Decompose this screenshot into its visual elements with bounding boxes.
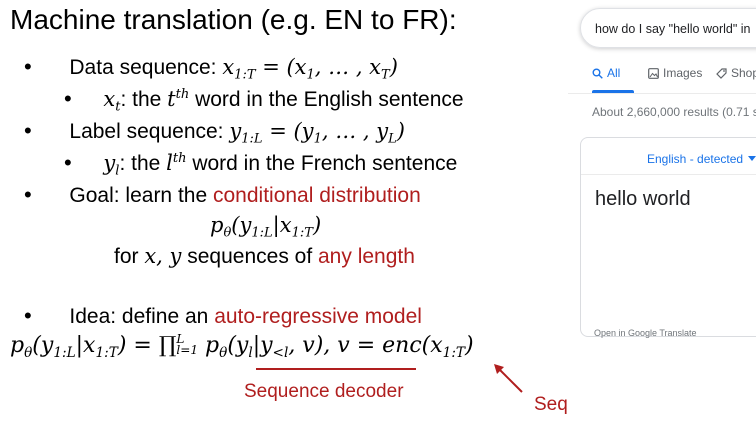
data-ordinal: tth: [167, 87, 190, 111]
autoregressive-formula: pθ(y1:L|x1:T) = ∏ Ll=1 pθ(yl|y<l, v), v =…: [10, 332, 474, 361]
slide-title: Machine translation (e.g. EN to FR):: [10, 4, 457, 35]
image-icon: [648, 67, 659, 79]
translate-card: English - detected hello world: [580, 137, 756, 337]
data-sub-text1: : the: [120, 88, 168, 111]
bullet-idea: • Idea: define an auto-regressive model: [24, 303, 422, 329]
idea-highlight: auto-regressive model: [214, 305, 422, 328]
goal-highlight: conditional distribution: [212, 184, 421, 207]
bullet-marker: •: [24, 182, 32, 207]
bullet-marker: •: [64, 150, 72, 175]
tag-icon: [716, 67, 727, 79]
bullet-data-sequence: • Data sequence: x1:T = (x1, … , xT): [24, 54, 398, 83]
data-sequence-label: Data sequence:: [69, 56, 223, 79]
bullet-label-sequence: • Label sequence: y1:L = (y1, … , yL): [24, 118, 405, 147]
browser-panel: how do I say "hello world" in All Images…: [568, 0, 756, 430]
translate-divider: [581, 174, 756, 175]
bullet-marker: •: [64, 86, 72, 111]
data-var: xt: [103, 87, 121, 115]
sub-bullet-label: • yl: the lth word in the French sentenc…: [64, 150, 457, 179]
data-sub-text2: word in the English sentence: [189, 88, 464, 111]
tab-images[interactable]: Images: [648, 66, 702, 80]
tabs-divider: [568, 93, 756, 94]
bullet-marker: •: [24, 54, 32, 79]
tab-shopping[interactable]: Shop: [716, 66, 756, 80]
open-in-translate-link[interactable]: Open in Google Translate: [594, 328, 697, 338]
search-icon: [592, 68, 603, 79]
chevron-down-icon: [748, 156, 756, 161]
goal-vars: x, y: [144, 244, 182, 268]
label-sub-text1: : the: [119, 152, 167, 175]
bullet-marker: •: [24, 118, 32, 143]
label-sub-text2: word in the French sentence: [186, 152, 458, 175]
tab-all[interactable]: All: [592, 66, 620, 80]
label-sequence-formula: y1:L = (y1, … , yL): [229, 119, 405, 147]
bullet-goal: • Goal: learn the conditional distributi…: [24, 182, 421, 208]
sub-bullet-data: • xt: the tth word in the English senten…: [64, 86, 464, 115]
decoder-underline: [256, 368, 416, 370]
results-count: About 2,660,000 results (0.71 s: [592, 105, 756, 119]
label-var: yl: [103, 151, 120, 179]
goal-for-line: for x, y sequences of any length: [114, 244, 415, 268]
encoder-arrow-icon: [494, 364, 523, 393]
search-input[interactable]: how do I say "hello world" in: [580, 8, 756, 48]
bullet-marker: •: [24, 303, 32, 328]
label-ordinal: lth: [166, 151, 187, 175]
data-sequence-formula: x1:T = (x1, … , xT): [222, 55, 398, 83]
label-sequence-label: Label sequence:: [69, 120, 230, 143]
goal-any-length: any length: [318, 245, 415, 268]
goal-prefix: Goal: learn the: [69, 184, 213, 207]
idea-prefix: Idea: define an: [69, 305, 215, 328]
source-text-input[interactable]: hello world: [595, 188, 691, 211]
goal-formula: pθ(y1:L|x1:T): [210, 213, 322, 241]
source-language-select[interactable]: English - detected: [647, 152, 756, 166]
decoder-label: Sequence decoder: [244, 381, 404, 402]
